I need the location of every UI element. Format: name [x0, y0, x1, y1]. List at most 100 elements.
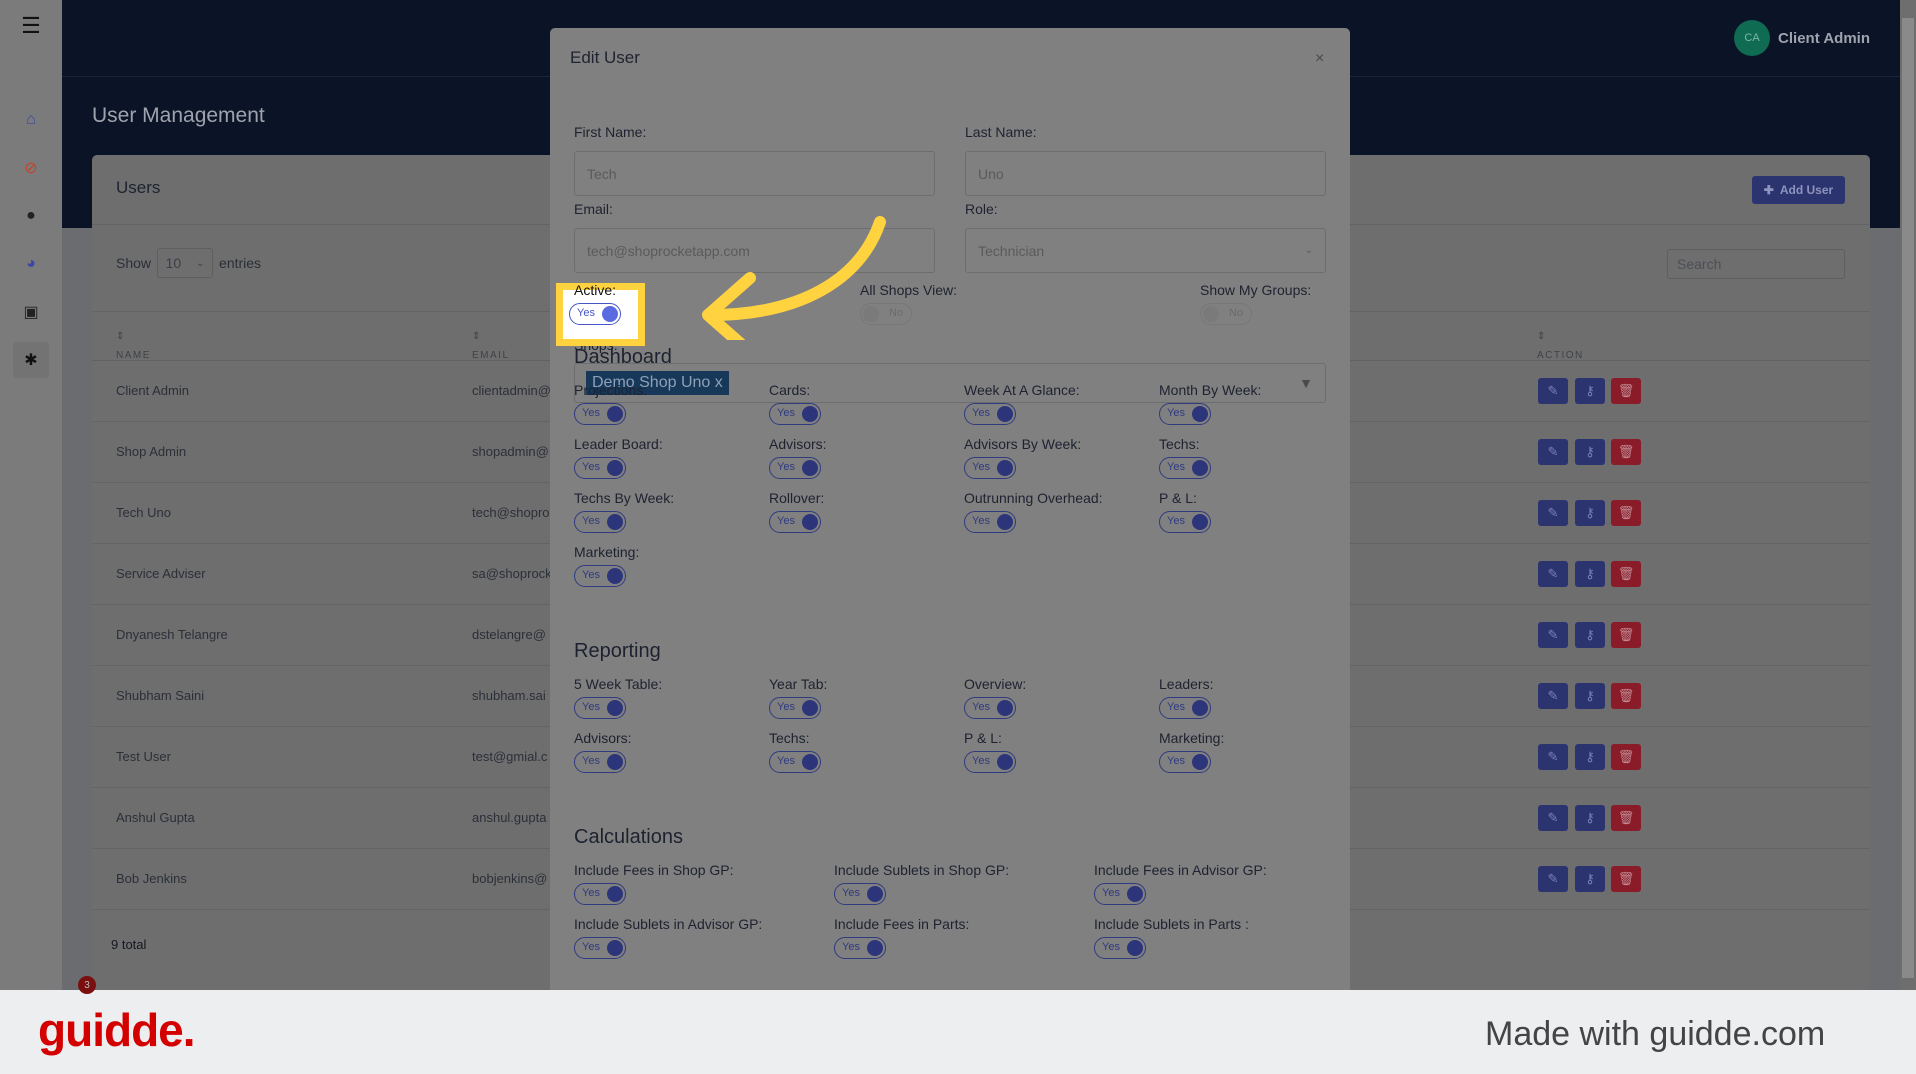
edit-button[interactable]: ✎	[1538, 561, 1568, 587]
permission-toggle[interactable]: Yes	[1159, 457, 1211, 479]
reset-password-button[interactable]: ⚷	[1575, 683, 1605, 709]
permission-toggle[interactable]: Yes	[769, 751, 821, 773]
delete-button[interactable]: 🗑	[1611, 866, 1641, 892]
delete-button[interactable]: 🗑	[1611, 439, 1641, 465]
permission-toggle[interactable]: Yes	[574, 751, 626, 773]
column-email[interactable]: EMAIL ⇕	[472, 331, 508, 361]
column-action[interactable]: ACTION ⇕	[1537, 331, 1582, 361]
compass-icon[interactable]: ⊘	[13, 150, 49, 186]
trash-icon: 🗑	[1617, 383, 1635, 398]
reset-password-button[interactable]: ⚷	[1575, 561, 1605, 587]
chevron-down-icon: ⌄	[1304, 245, 1313, 256]
permission-toggle[interactable]: Yes	[964, 457, 1016, 479]
permission-label: Marketing:	[1159, 730, 1225, 746]
permission-toggle[interactable]: Yes	[964, 751, 1016, 773]
permission-toggle[interactable]: Yes	[1094, 883, 1146, 905]
delete-button[interactable]: 🗑	[1611, 500, 1641, 526]
entries-select[interactable]: 10 ⌄	[157, 248, 214, 278]
scrollbar-thumb[interactable]	[1902, 18, 1914, 978]
permission-toggle[interactable]: Yes	[769, 511, 821, 533]
reset-password-button[interactable]: ⚷	[1575, 805, 1605, 831]
chat-badge[interactable]: 3	[78, 976, 96, 994]
last-name-field[interactable]: Uno	[965, 151, 1326, 196]
key-icon: ⚷	[1585, 444, 1595, 459]
hamburger-menu-icon[interactable]: ☰	[13, 8, 49, 44]
pencil-icon: ✎	[1547, 566, 1559, 581]
permission-toggle[interactable]: Yes	[1094, 937, 1146, 959]
edit-button[interactable]: ✎	[1538, 500, 1568, 526]
permission-toggle[interactable]: Yes	[964, 697, 1016, 719]
permission-toggle[interactable]: Yes	[769, 697, 821, 719]
permission-toggle[interactable]: Yes	[769, 403, 821, 425]
reset-password-button[interactable]: ⚷	[1575, 866, 1605, 892]
search-input[interactable]	[1667, 249, 1845, 279]
permission-label: P & L:	[964, 730, 1002, 746]
user-menu[interactable]: CA Client Admin	[1734, 20, 1870, 56]
edit-button[interactable]: ✎	[1538, 378, 1568, 404]
permission-toggle[interactable]: Yes	[574, 883, 626, 905]
permission-toggle[interactable]: Yes	[1159, 511, 1211, 533]
delete-button[interactable]: 🗑	[1611, 683, 1641, 709]
edit-button[interactable]: ✎	[1538, 439, 1568, 465]
permission-toggle[interactable]: Yes	[574, 511, 626, 533]
archive-icon[interactable]: ▣	[13, 294, 49, 330]
edit-button[interactable]: ✎	[1538, 744, 1568, 770]
section-heading: Reporting	[574, 640, 661, 662]
delete-button[interactable]: 🗑	[1611, 805, 1641, 831]
permission-toggle[interactable]: Yes	[1159, 403, 1211, 425]
reset-password-button[interactable]: ⚷	[1575, 500, 1605, 526]
permission-toggle[interactable]: Yes	[1159, 751, 1211, 773]
edit-button[interactable]: ✎	[1538, 805, 1568, 831]
reset-password-button[interactable]: ⚷	[1575, 622, 1605, 648]
user-icon[interactable]: ●	[13, 198, 49, 234]
role-select[interactable]: Technician ⌄	[965, 228, 1326, 273]
show-my-groups-toggle[interactable]: No	[1200, 303, 1252, 325]
permission-toggle[interactable]: Yes	[1159, 697, 1211, 719]
reset-password-button[interactable]: ⚷	[1575, 439, 1605, 465]
entries-control: Show 10 ⌄ entries	[116, 248, 261, 278]
delete-button[interactable]: 🗑	[1611, 622, 1641, 648]
permission-toggle[interactable]: Yes	[574, 457, 626, 479]
gear-icon[interactable]: ✱	[13, 342, 49, 378]
scrollbar[interactable]	[1900, 0, 1916, 990]
permission-toggle[interactable]: Yes	[964, 403, 1016, 425]
active-label: Active:	[574, 282, 617, 298]
pencil-icon: ✎	[1547, 627, 1559, 642]
close-icon[interactable]: ×	[1315, 50, 1324, 68]
edit-button[interactable]: ✎	[1538, 683, 1568, 709]
delete-button[interactable]: 🗑	[1611, 561, 1641, 587]
permission-toggle[interactable]: Yes	[964, 511, 1016, 533]
reset-password-button[interactable]: ⚷	[1575, 744, 1605, 770]
permission-toggle[interactable]: Yes	[574, 403, 626, 425]
permission-label: Advisors:	[574, 730, 632, 746]
permission-toggle[interactable]: Yes	[574, 565, 626, 587]
delete-button[interactable]: 🗑	[1611, 378, 1641, 404]
permission-label: Marketing:	[574, 544, 640, 560]
pie-chart-icon[interactable]: ◕	[13, 246, 49, 282]
add-user-button[interactable]: ✚ Add User	[1752, 176, 1845, 204]
entries-label: entries	[219, 255, 262, 271]
permission-label: Techs By Week:	[574, 490, 675, 506]
permission-label: P & L:	[1159, 490, 1197, 506]
edit-button[interactable]: ✎	[1538, 866, 1568, 892]
user-name-cell: Shubham Saini	[116, 688, 205, 703]
user-email-cell: sa@shoprock	[472, 566, 552, 581]
delete-button[interactable]: 🗑	[1611, 744, 1641, 770]
email-label: Email:	[574, 201, 613, 217]
trash-icon: 🗑	[1617, 688, 1635, 703]
permission-toggle[interactable]: Yes	[574, 697, 626, 719]
edit-button[interactable]: ✎	[1538, 622, 1568, 648]
user-email-cell: tech@shopro	[472, 505, 550, 520]
last-name-label: Last Name:	[965, 124, 1037, 140]
permission-toggle[interactable]: Yes	[834, 883, 886, 905]
permission-toggle[interactable]: Yes	[834, 937, 886, 959]
reset-password-button[interactable]: ⚷	[1575, 378, 1605, 404]
active-toggle[interactable]: Yes	[569, 303, 621, 325]
trash-icon: 🗑	[1617, 871, 1635, 886]
permission-toggle[interactable]: Yes	[574, 937, 626, 959]
store-icon[interactable]: ⌂	[13, 102, 49, 138]
permission-toggle[interactable]: Yes	[769, 457, 821, 479]
column-name[interactable]: NAME ⇕	[116, 331, 149, 361]
first-name-field[interactable]: Tech	[574, 151, 935, 196]
permission-label: Techs:	[769, 730, 810, 746]
